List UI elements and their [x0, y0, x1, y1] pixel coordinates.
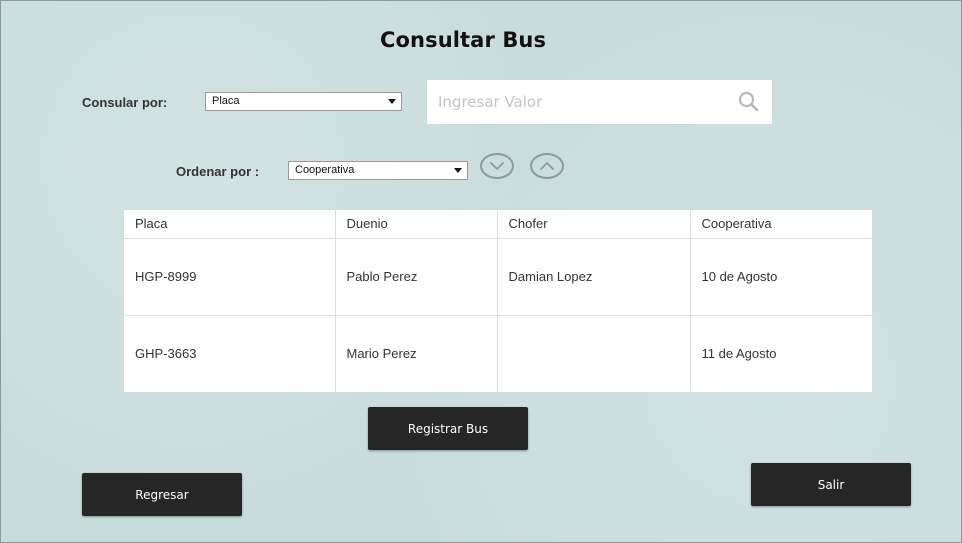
search-box	[427, 80, 772, 124]
cell-placa: HGP-8999	[124, 238, 336, 316]
consultar-por-select[interactable]: Placa	[205, 92, 402, 111]
consultar-por-label: Consular por:	[82, 95, 168, 110]
cell-chofer	[497, 315, 691, 392]
consultar-por-value: Placa	[212, 95, 240, 107]
cell-cooperativa: 10 de Agosto	[690, 238, 872, 316]
salir-button[interactable]: Salir	[751, 463, 911, 506]
cell-duenio: Pablo Perez	[335, 238, 498, 316]
page-title: Consultar Bus	[380, 28, 547, 52]
cell-duenio: Mario Perez	[335, 315, 498, 392]
bus-table: Placa Duenio Chofer Cooperativa HGP-8999…	[124, 210, 872, 392]
chevron-up-icon	[540, 162, 554, 170]
ordenar-por-label: Ordenar por :	[176, 164, 260, 179]
dropdown-arrow-icon	[388, 99, 396, 104]
cell-cooperativa: 11 de Agosto	[701, 346, 777, 362]
registrar-bus-button[interactable]: Registrar Bus	[368, 407, 528, 450]
search-icon[interactable]	[738, 91, 759, 117]
dropdown-arrow-icon	[454, 168, 462, 173]
chevron-down-icon	[490, 162, 504, 170]
table-header-row: Placa Duenio Chofer Cooperativa	[124, 210, 872, 239]
ordenar-por-value: Cooperativa	[295, 164, 355, 176]
column-header-duenio[interactable]: Duenio	[335, 210, 498, 239]
sort-ascending-button[interactable]	[530, 153, 564, 179]
sort-descending-button[interactable]	[480, 153, 514, 179]
search-input[interactable]	[427, 80, 727, 124]
cell-chofer: Damian Lopez	[497, 238, 691, 316]
table-row[interactable]: HGP-8999 Pablo Perez Damian Lopez 10 de …	[124, 238, 872, 316]
table-row[interactable]: GHP-3663 Mario Perez 11 de Agosto	[124, 315, 872, 392]
column-header-placa[interactable]: Placa	[124, 210, 336, 239]
column-header-cooperativa[interactable]: Cooperativa	[690, 210, 872, 239]
cell-placa: GHP-3663	[124, 315, 336, 392]
ordenar-por-select[interactable]: Cooperativa	[288, 161, 468, 180]
column-header-chofer[interactable]: Chofer	[497, 210, 691, 239]
regresar-button[interactable]: Regresar	[82, 473, 242, 516]
